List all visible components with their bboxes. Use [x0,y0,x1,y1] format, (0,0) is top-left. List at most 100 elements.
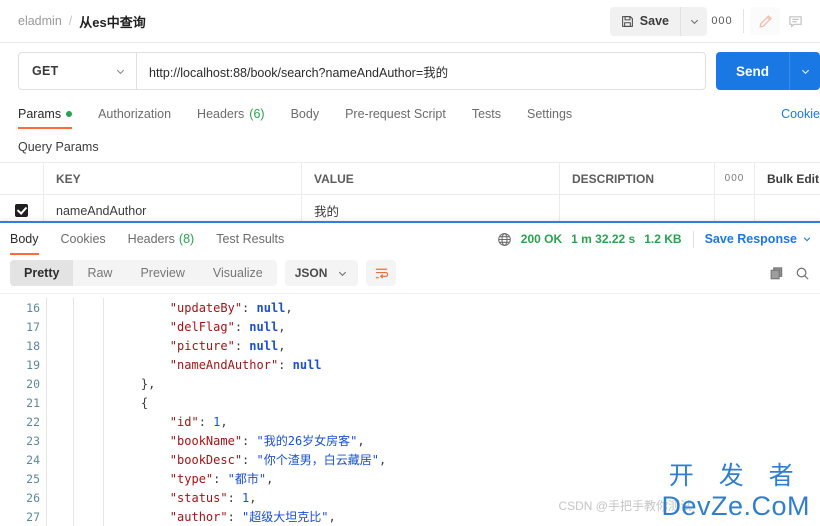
code-token: : [227,490,243,505]
view-mode-preview[interactable]: Preview [126,260,198,286]
response-tab-body[interactable]: Body [10,223,39,255]
url-row: GET http://localhost:88/book/search?name… [0,43,820,99]
code-line: 23 "bookName": "我的26岁女房客", [0,431,820,450]
tab-authorization[interactable]: Authorization [98,99,171,129]
params-modified-dot [66,111,73,117]
tab-params-label: Params [18,106,62,121]
view-mode-raw[interactable]: Raw [73,260,126,286]
code-token: , [220,414,228,429]
fold-gutter[interactable] [73,355,103,374]
search-icon[interactable] [795,266,810,281]
tab-pre-request-script[interactable]: Pre-request Script [345,99,446,129]
code-token: }, [140,376,156,391]
fold-gutter[interactable] [46,469,73,488]
code-line-text: "author": "超级大坦克比", [103,507,820,526]
row-checkbox[interactable] [15,204,28,217]
code-line-text: "id": 1, [103,412,820,431]
url-input[interactable]: http://localhost:88/book/search?nameAndA… [136,52,706,90]
breadcrumb-request-name[interactable]: 从es中查询 [79,12,145,31]
method-select[interactable]: GET [18,52,136,90]
line-number: 17 [26,319,40,334]
save-dropdown-button[interactable] [680,6,707,36]
response-tab-headers-label: Headers [127,232,175,246]
line-number: 27 [26,509,40,524]
code-token: , [266,471,274,486]
code-token: , [285,300,293,315]
send-button[interactable]: Send [716,52,789,90]
tab-params[interactable]: Params [18,99,73,129]
response-pane: Body Cookies Headers (8) Test Results 20… [0,221,820,526]
fold-gutter[interactable] [73,450,103,469]
globe-icon [497,232,512,247]
line-number: 26 [26,490,40,505]
line-number: 25 [26,471,40,486]
header-cell-value: VALUE [302,163,560,194]
view-mode-visualize[interactable]: Visualize [199,260,277,286]
fold-gutter[interactable] [46,488,73,507]
code-token: "我的26岁女房客" [256,434,358,448]
tab-settings[interactable]: Settings [527,99,572,129]
response-format-select[interactable]: JSON [284,260,359,286]
response-view-mode-group: Pretty Raw Preview Visualize [10,260,277,286]
request-tabs: Params Authorization Headers (6) Body Pr… [0,99,820,129]
query-params-title: Query Params [18,140,99,154]
fold-gutter[interactable] [46,336,73,355]
fold-gutter[interactable] [73,412,103,431]
fold-gutter[interactable] [73,507,103,526]
fold-gutter[interactable] [73,431,103,450]
response-toolbar: Pretty Raw Preview Visualize JSON [0,255,820,292]
cookies-link[interactable]: Cookie [781,107,820,121]
tab-tests[interactable]: Tests [472,99,501,129]
fold-gutter[interactable] [46,450,73,469]
line-number: 22 [26,414,40,429]
fold-gutter[interactable] [46,393,73,412]
code-line: 26 "status": 1, [0,488,820,507]
fold-gutter[interactable] [46,412,73,431]
bulk-edit-link[interactable]: Bulk Edit [755,172,820,186]
fold-gutter[interactable] [73,298,103,317]
save-button[interactable]: Save [610,7,680,36]
row-value-value: 我的 [314,205,340,219]
code-token: , [328,509,336,524]
word-wrap-icon [374,266,389,281]
code-lines-container: 16 "updateBy": null, 17 "delFlag": null, 1… [0,294,820,526]
code-token: , [249,490,257,505]
code-line-text: "bookDesc": "你个渣男，白云藏居", [103,450,820,469]
fold-gutter[interactable] [73,374,103,393]
line-number: 20 [26,376,40,391]
word-wrap-button[interactable] [366,260,397,286]
copy-icon[interactable] [769,266,784,281]
response-body-code[interactable]: 16 "updateBy": null, 17 "delFlag": null, 1… [0,293,820,526]
line-number: 23 [26,433,40,448]
code-token: "status" [169,490,228,505]
edit-button[interactable] [750,7,780,35]
send-options-button[interactable] [789,52,820,90]
line-number: 19 [26,357,40,372]
header-cell-description: DESCRIPTION [560,163,715,194]
view-mode-pretty[interactable]: Pretty [10,260,74,286]
fold-gutter[interactable] [46,317,73,336]
chevron-down-icon [337,268,348,279]
table-options-button[interactable]: 000 [715,163,755,194]
header-cell-checkbox [0,163,44,194]
fold-gutter[interactable] [73,469,103,488]
tab-headers[interactable]: Headers (6) [197,99,265,129]
tab-body[interactable]: Body [291,99,320,129]
fold-gutter[interactable] [73,488,103,507]
fold-gutter[interactable] [46,374,73,393]
response-tab-headers[interactable]: Headers (8) [128,223,195,255]
fold-gutter[interactable] [73,393,103,412]
fold-gutter[interactable] [46,431,73,450]
fold-gutter[interactable] [73,336,103,355]
save-response-button[interactable]: Save Response [705,232,812,246]
response-tab-test-results[interactable]: Test Results [216,223,284,255]
fold-gutter[interactable] [73,317,103,336]
fold-gutter[interactable] [46,298,73,317]
response-toolbar-actions [769,266,812,281]
response-tab-cookies[interactable]: Cookies [61,223,106,255]
comments-button[interactable] [780,7,810,35]
fold-gutter[interactable] [46,355,73,374]
breadcrumb-collection[interactable]: eladmin [18,14,62,28]
more-actions-button[interactable]: 000 [707,7,737,36]
fold-gutter[interactable] [46,507,73,526]
